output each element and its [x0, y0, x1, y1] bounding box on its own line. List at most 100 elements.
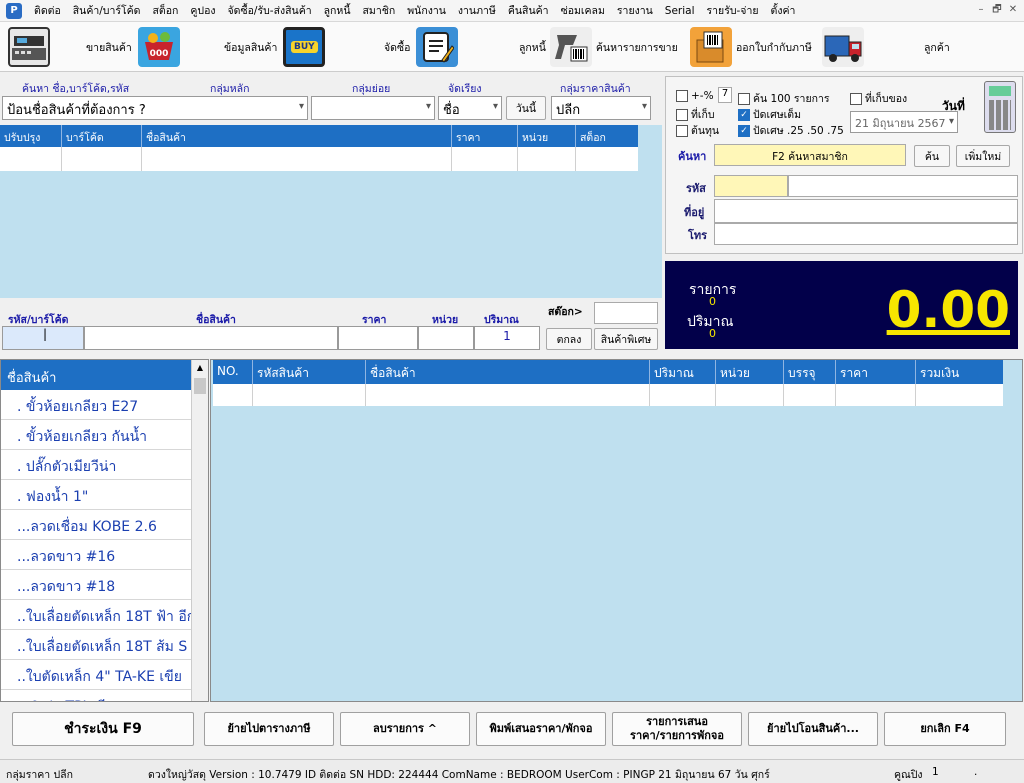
col-stock[interactable]: สต็อก — [576, 125, 638, 147]
products-tool[interactable]: ข้อมูลสินค้า BUY — [220, 26, 326, 68]
sort-label: จัดเรียง — [448, 83, 482, 95]
menu-debtor[interactable]: ลูกหนี้ — [318, 2, 357, 19]
name-input[interactable] — [84, 326, 338, 350]
col-unit[interactable]: หน่วย — [518, 125, 576, 147]
quote-list-button[interactable]: รายการเสนอ ราคา/รายการพักจอ — [612, 712, 742, 746]
cancel-button[interactable]: ยกเลิก F4 — [884, 712, 1006, 746]
menu-settings[interactable]: ตั้งค่า — [765, 2, 802, 19]
menu-tax[interactable]: งานภาษี — [452, 2, 502, 19]
list-item[interactable]: ...ลวดขาว #16 — [1, 540, 208, 570]
product-list-scrollbar[interactable]: ▲ — [191, 360, 208, 701]
col-no[interactable]: NO. — [213, 360, 253, 384]
delete-item-button[interactable]: ลบรายการ ^ — [340, 712, 470, 746]
col-price[interactable]: ราคา — [836, 360, 916, 384]
col-name[interactable]: ชื่อสินค้า — [142, 125, 452, 147]
col-product-code[interactable]: รหัสสินค้า — [253, 360, 366, 384]
list-item[interactable]: ..ใบตัดเหล็ก 4" TA-KE เขีย — [1, 660, 208, 690]
invoice-box-icon — [690, 27, 732, 67]
price-group-combo[interactable]: ปลีก ▾ — [551, 96, 651, 120]
chevron-down-icon[interactable]: ▾ — [949, 116, 954, 127]
member-address-input-2[interactable] — [714, 211, 1018, 223]
chevron-down-icon[interactable]: ▾ — [642, 101, 647, 112]
menu-report[interactable]: รายงาน — [611, 2, 659, 19]
col-qty[interactable]: ปริมาณ — [650, 360, 716, 384]
menu-staff[interactable]: พนักงาน — [401, 2, 452, 19]
code-input[interactable]: | — [2, 326, 84, 350]
member-search-input[interactable]: F2 ค้นหาสมาชิก — [714, 144, 906, 166]
minimize-icon[interactable]: – — [974, 3, 988, 17]
tax-invoice-tool[interactable]: ออกใบกำกับภาษี — [690, 26, 812, 68]
list-item[interactable]: . ขั้วห้อยเกลียว กันน้ำ — [1, 420, 208, 450]
qty-input[interactable]: 1 — [474, 326, 540, 350]
col-price[interactable]: ราคา — [452, 125, 518, 147]
col-barcode[interactable]: บาร์โค้ด — [62, 125, 142, 147]
list-item[interactable]: ..ใบเลื่อยตัดเหล็ก 18T ฟ้า อีก — [1, 600, 208, 630]
plus-pct-input[interactable]: 7 — [718, 87, 732, 103]
product-search-combo[interactable]: ป้อนชื่อสินค้าที่ต้องการ ? ▾ — [2, 96, 308, 120]
col-total[interactable]: รวมเงิน — [916, 360, 1003, 384]
pay-button[interactable]: ชำระเงิน F9 — [12, 712, 194, 746]
chevron-down-icon[interactable]: ▾ — [299, 101, 304, 112]
storage-checkbox[interactable]: ที่เก็บของ — [850, 90, 907, 107]
scroll-up-icon[interactable]: ▲ — [192, 360, 208, 376]
table-row[interactable] — [213, 384, 1003, 406]
menu-coupon[interactable]: คูปอง — [184, 2, 221, 19]
close-icon[interactable]: ✕ — [1006, 3, 1020, 17]
list-item[interactable]: ...0 ปก TPI เขียว — [1, 690, 208, 701]
main-group-label: กลุ่มหลัก — [210, 83, 250, 95]
purchase-tool[interactable]: จัดซื้อ — [380, 26, 459, 68]
move-to-tax-button[interactable]: ย้ายไปตารางภาษี — [204, 712, 334, 746]
col-product-name[interactable]: ชื่อสินค้า — [366, 360, 650, 384]
customer-tool[interactable]: ลูกค้า — [822, 26, 950, 68]
col-unit[interactable]: หน่วย — [716, 360, 784, 384]
member-code-input[interactable] — [714, 175, 788, 197]
cost-checkbox[interactable]: ต้นทุน — [676, 122, 719, 139]
list-item[interactable]: . ปลั๊กตัวเมียวีน่า — [1, 450, 208, 480]
storage2-checkbox[interactable]: ที่เก็บ — [676, 106, 715, 123]
list-item[interactable]: ...ลวดขาว #18 — [1, 570, 208, 600]
unit-input[interactable] — [418, 326, 474, 350]
sell-tool[interactable]: ขายสินค้า 000 — [8, 26, 180, 68]
list-item[interactable]: ...ลวดเชื่อม KOBE 2.6 — [1, 510, 208, 540]
price-input[interactable] — [338, 326, 418, 350]
member-name-input[interactable] — [788, 175, 1018, 197]
add-member-button[interactable]: เพิ่มใหม่ — [956, 145, 1010, 167]
menu-income[interactable]: รายรับ-จ่าย — [701, 2, 765, 19]
table-row[interactable] — [0, 147, 638, 171]
list-item[interactable]: . ขั้วห้อยเกลียว E27 — [1, 390, 208, 420]
app-icon[interactable]: P — [6, 2, 22, 19]
today-button[interactable]: วันนี้ — [506, 96, 546, 120]
calculator-icon[interactable] — [984, 81, 1016, 133]
scroll-thumb[interactable] — [194, 378, 206, 394]
date-picker[interactable]: 21 มิถุนายน 2567 ▾ — [850, 111, 958, 133]
round-full-checkbox[interactable]: ✓ ปัดเศษเต็ม — [738, 106, 801, 123]
sort-combo[interactable]: ชื่อ ▾ — [438, 96, 502, 120]
menu-serial[interactable]: Serial — [659, 5, 701, 17]
top100-checkbox[interactable]: ค้น 100 รายการ — [738, 90, 830, 107]
price-group-label: กลุ่มราคาสินค้า — [560, 83, 631, 95]
menu-contact[interactable]: ติดต่อ — [28, 2, 67, 19]
menu-products[interactable]: สินค้า/บาร์โค้ด — [67, 2, 147, 19]
member-search-button[interactable]: ค้น — [914, 145, 950, 167]
chevron-down-icon[interactable]: ▾ — [426, 101, 431, 112]
plus-pct-checkbox[interactable]: +-% — [676, 90, 714, 102]
col-pack[interactable]: บรรจุ — [784, 360, 836, 384]
special-product-button[interactable]: สินค้าพิเศษ — [594, 328, 658, 350]
menu-return[interactable]: คืนสินค้า — [502, 2, 555, 19]
list-item[interactable]: ..ใบเลื่อยตัดเหล็ก 18T ส้ม S — [1, 630, 208, 660]
print-quote-button[interactable]: พิมพ์เสนอราคา/พักจอ — [476, 712, 606, 746]
debtor-tool[interactable]: ลูกหนี้ ค้นหารายการขาย — [515, 26, 678, 68]
transfer-button[interactable]: ย้ายไปโอนสินค้า... — [748, 712, 878, 746]
col-adjust[interactable]: ปรับปรุง — [0, 125, 62, 147]
menu-repair[interactable]: ซ่อมเคลม — [555, 2, 611, 19]
round-frac-checkbox[interactable]: ✓ ปัดเศษ .25 .50 .75 — [738, 122, 844, 139]
ok-button[interactable]: ตกลง — [546, 328, 592, 350]
list-item[interactable]: . ฟองน้ำ 1" — [1, 480, 208, 510]
chevron-down-icon[interactable]: ▾ — [493, 101, 498, 112]
menu-stock[interactable]: สต็อก — [147, 2, 185, 19]
restore-icon[interactable]: 🗗 — [990, 3, 1004, 17]
member-phone-input[interactable] — [714, 223, 1018, 245]
menu-purchase[interactable]: จัดซื้อ/รับ-ส่งสินค้า — [222, 2, 318, 19]
sub-group-combo[interactable]: ▾ — [311, 96, 435, 120]
menu-member[interactable]: สมาชิก — [357, 2, 402, 19]
